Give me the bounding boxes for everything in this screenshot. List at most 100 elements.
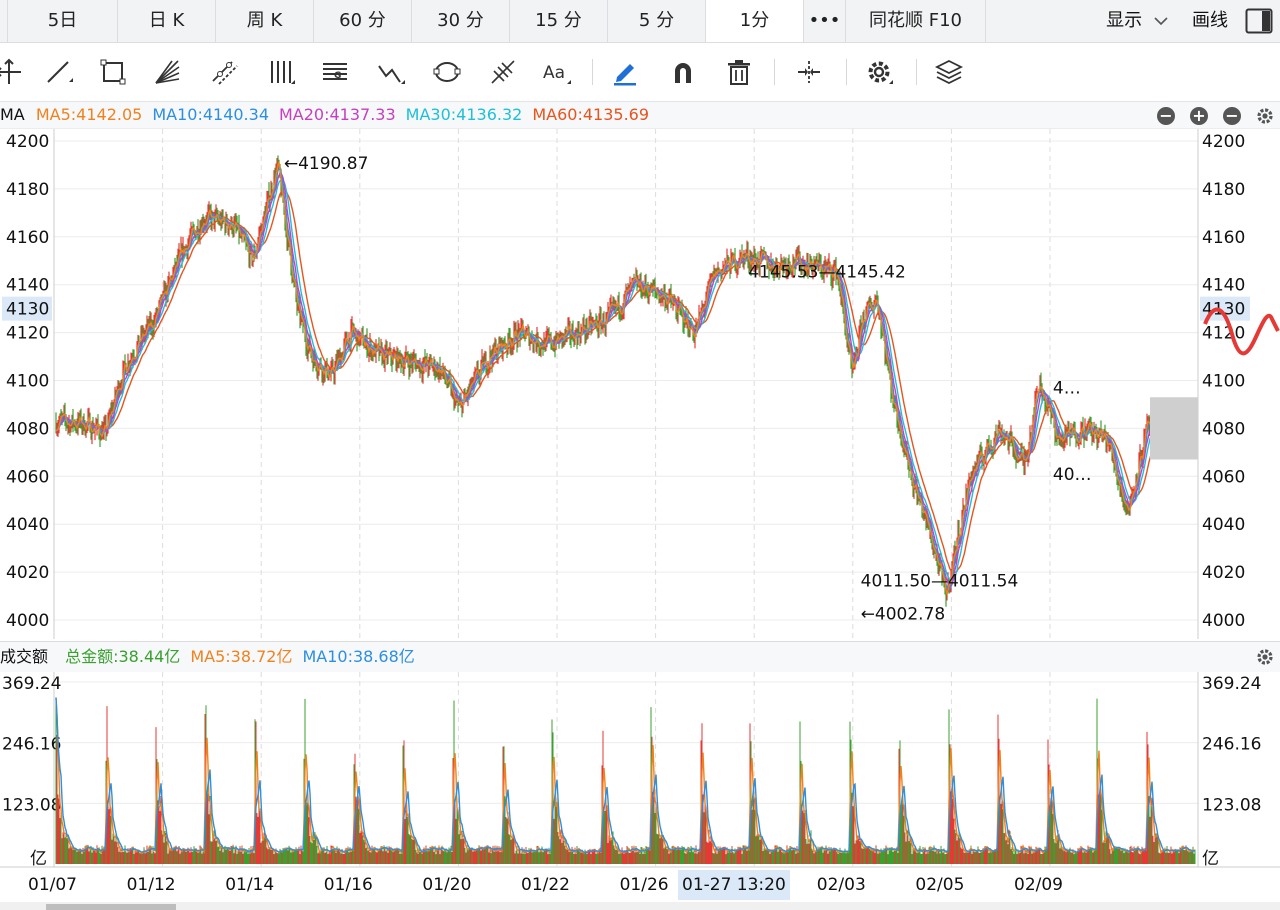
y-tick-label-left: 4000 (6, 611, 49, 631)
legend-item: MA30:4136.32 (405, 105, 523, 124)
price-annotation: 4145.53—4145.42 (748, 263, 906, 283)
toolbar-separator (592, 59, 593, 85)
trash-icon[interactable] (722, 55, 756, 89)
draw-line-button[interactable]: 画线 (1182, 0, 1238, 42)
y-tick-label-left: 4180 (6, 180, 49, 200)
price-annotation: ←4002.78 (861, 604, 946, 624)
toolbar-separator (846, 59, 847, 85)
vol-tick-right: 246.16 (1202, 735, 1261, 755)
x-date-label: 01/26 (620, 875, 669, 895)
price-annotation: ←4190.87 (284, 154, 369, 174)
collapse-icon[interactable]: − (1223, 107, 1241, 125)
x-date-label: 01/16 (324, 875, 373, 895)
layers-icon[interactable] (932, 55, 966, 89)
x-date-label: 01/22 (521, 875, 570, 895)
current-price-label-left: 4130 (6, 300, 49, 320)
left-edge-marker (0, 0, 8, 42)
magnet-icon[interactable] (666, 55, 700, 89)
rect-icon[interactable] (96, 55, 130, 89)
fan-icon[interactable] (150, 55, 184, 89)
selection-range-box (1150, 397, 1198, 460)
y-tick-label-right: 4160 (1202, 228, 1245, 248)
price-annotation: 4… (1053, 379, 1081, 399)
x-date-label: 01/20 (422, 875, 471, 895)
scroll-thumb[interactable] (46, 904, 176, 910)
tab-4[interactable]: 30 分 (412, 0, 510, 42)
gear-icon[interactable] (862, 55, 896, 89)
drawing-toolbar: G Aa (0, 43, 1280, 102)
price-annotation: 4011.50—4011.54 (861, 571, 1019, 591)
tab-0[interactable]: 5日 (8, 0, 118, 42)
legend-item: MA20:4137.33 (279, 105, 396, 124)
y-tick-label-right: 4040 (1202, 515, 1245, 535)
y-tick-label-left: 4020 (6, 563, 49, 583)
line-icon[interactable] (42, 55, 76, 89)
tab-5[interactable]: 15 分 (510, 0, 608, 42)
fib-icon[interactable] (486, 55, 520, 89)
display-menu-label: 显示 (1106, 10, 1143, 31)
parallel-lines-icon[interactable] (264, 55, 298, 89)
pen-icon[interactable] (608, 55, 642, 89)
vol-tick-left: 246.16 (2, 735, 61, 755)
tab-1[interactable]: 日 K (118, 0, 216, 42)
cycle-icon[interactable] (430, 55, 464, 89)
ma-legend: MA MA5:4142.05 MA10:4140.34 MA20:4137.33 MA… (0, 102, 1280, 129)
legend-item: MA10:38.68亿 (302, 647, 415, 666)
vol-tick-right: 123.08 (1202, 795, 1261, 815)
ma-legend-prefix: MA (0, 105, 25, 124)
y-tick-label-right: 4200 (1202, 132, 1245, 152)
zoom-in-icon[interactable]: + (1190, 107, 1208, 125)
gear-icon[interactable] (1255, 647, 1275, 667)
legend-item: MA10:4140.34 (152, 105, 269, 124)
vol-unit-right: 亿 (1202, 849, 1219, 869)
price-chart[interactable]: 4000 4000 4020 4020 4040 4040 4060 4060 4080 4080… (0, 129, 1280, 641)
y-tick-label-left: 4080 (6, 419, 49, 439)
chart-bg (0, 129, 1280, 639)
legend-item: MA5:4142.05 (35, 105, 143, 124)
draw-line-label: 画线 (1192, 10, 1228, 31)
ma-legend-items: MA5:4142.05 MA10:4140.34 MA20:4137.33 MA30:… (36, 105, 659, 124)
panel-toggle-icon[interactable] (1238, 0, 1280, 42)
x-date-label: 02/03 (817, 875, 866, 895)
x-date-label: 01/14 (225, 875, 274, 895)
chevron-down-icon (1154, 0, 1168, 42)
wave-icon[interactable] (374, 55, 408, 89)
x-date-label: 02/09 (1014, 875, 1063, 895)
zoom-out-icon[interactable]: − (1157, 107, 1175, 125)
volume-legend-items: 总金额:38.44亿 MA5:38.72亿 MA10:38.68亿 (65, 647, 425, 666)
legend-item: 总金额:38.44亿 (65, 647, 181, 666)
vol-tick-left: 369.24 (2, 674, 61, 694)
text-icon[interactable]: Aa (540, 55, 574, 89)
volume-chart[interactable]: 123.08 123.08 246.16 246.16 369.24 369.24 亿 亿 01… (0, 672, 1280, 902)
gann-icon[interactable]: G (318, 55, 352, 89)
volume-legend: 成交额 总金额:38.44亿 MA5:38.72亿 MA10:38.68亿 (0, 641, 1280, 673)
legend-item: MA5:38.72亿 (190, 647, 293, 666)
y-tick-label-left: 4040 (6, 515, 49, 535)
toolbar-separator (916, 59, 917, 85)
svg-text:Aa: Aa (543, 63, 565, 83)
scroll-strip[interactable] (0, 902, 1280, 910)
y-tick-label-left: 4200 (6, 132, 49, 152)
tab-6[interactable]: 5 分 (608, 0, 706, 42)
tab-3[interactable]: 60 分 (314, 0, 412, 42)
gear-icon[interactable] (1255, 106, 1275, 126)
y-tick-label-right: 4080 (1202, 419, 1245, 439)
y-tick-label-left: 4060 (6, 467, 49, 487)
tab-7[interactable]: 1分 (706, 0, 804, 42)
y-tick-label-right: 4060 (1202, 467, 1245, 487)
y-tick-label-right: 4000 (1202, 611, 1245, 631)
tab-8[interactable]: ••• (804, 0, 846, 42)
y-tick-label-right: 4120 (1202, 324, 1245, 344)
period-tabs: 5日日 K周 K 60 分 30 分 15 分5 分 1分 ••• 同花顺 F10 (8, 0, 986, 42)
y-tick-label-right: 4020 (1202, 563, 1245, 583)
y-tick-label-left: 4160 (6, 228, 49, 248)
tab-2[interactable]: 周 K (216, 0, 314, 42)
x-date-label: 01/12 (127, 875, 176, 895)
vol-tick-left: 123.08 (2, 795, 61, 815)
tab-9[interactable]: 同花顺 F10 (846, 0, 986, 42)
volume-legend-prefix: 成交额 (0, 647, 49, 666)
channel-icon[interactable] (208, 55, 242, 89)
compress-icon[interactable] (792, 55, 826, 89)
display-menu[interactable]: 显示 (1092, 0, 1182, 42)
crosshair-icon[interactable] (0, 55, 26, 89)
